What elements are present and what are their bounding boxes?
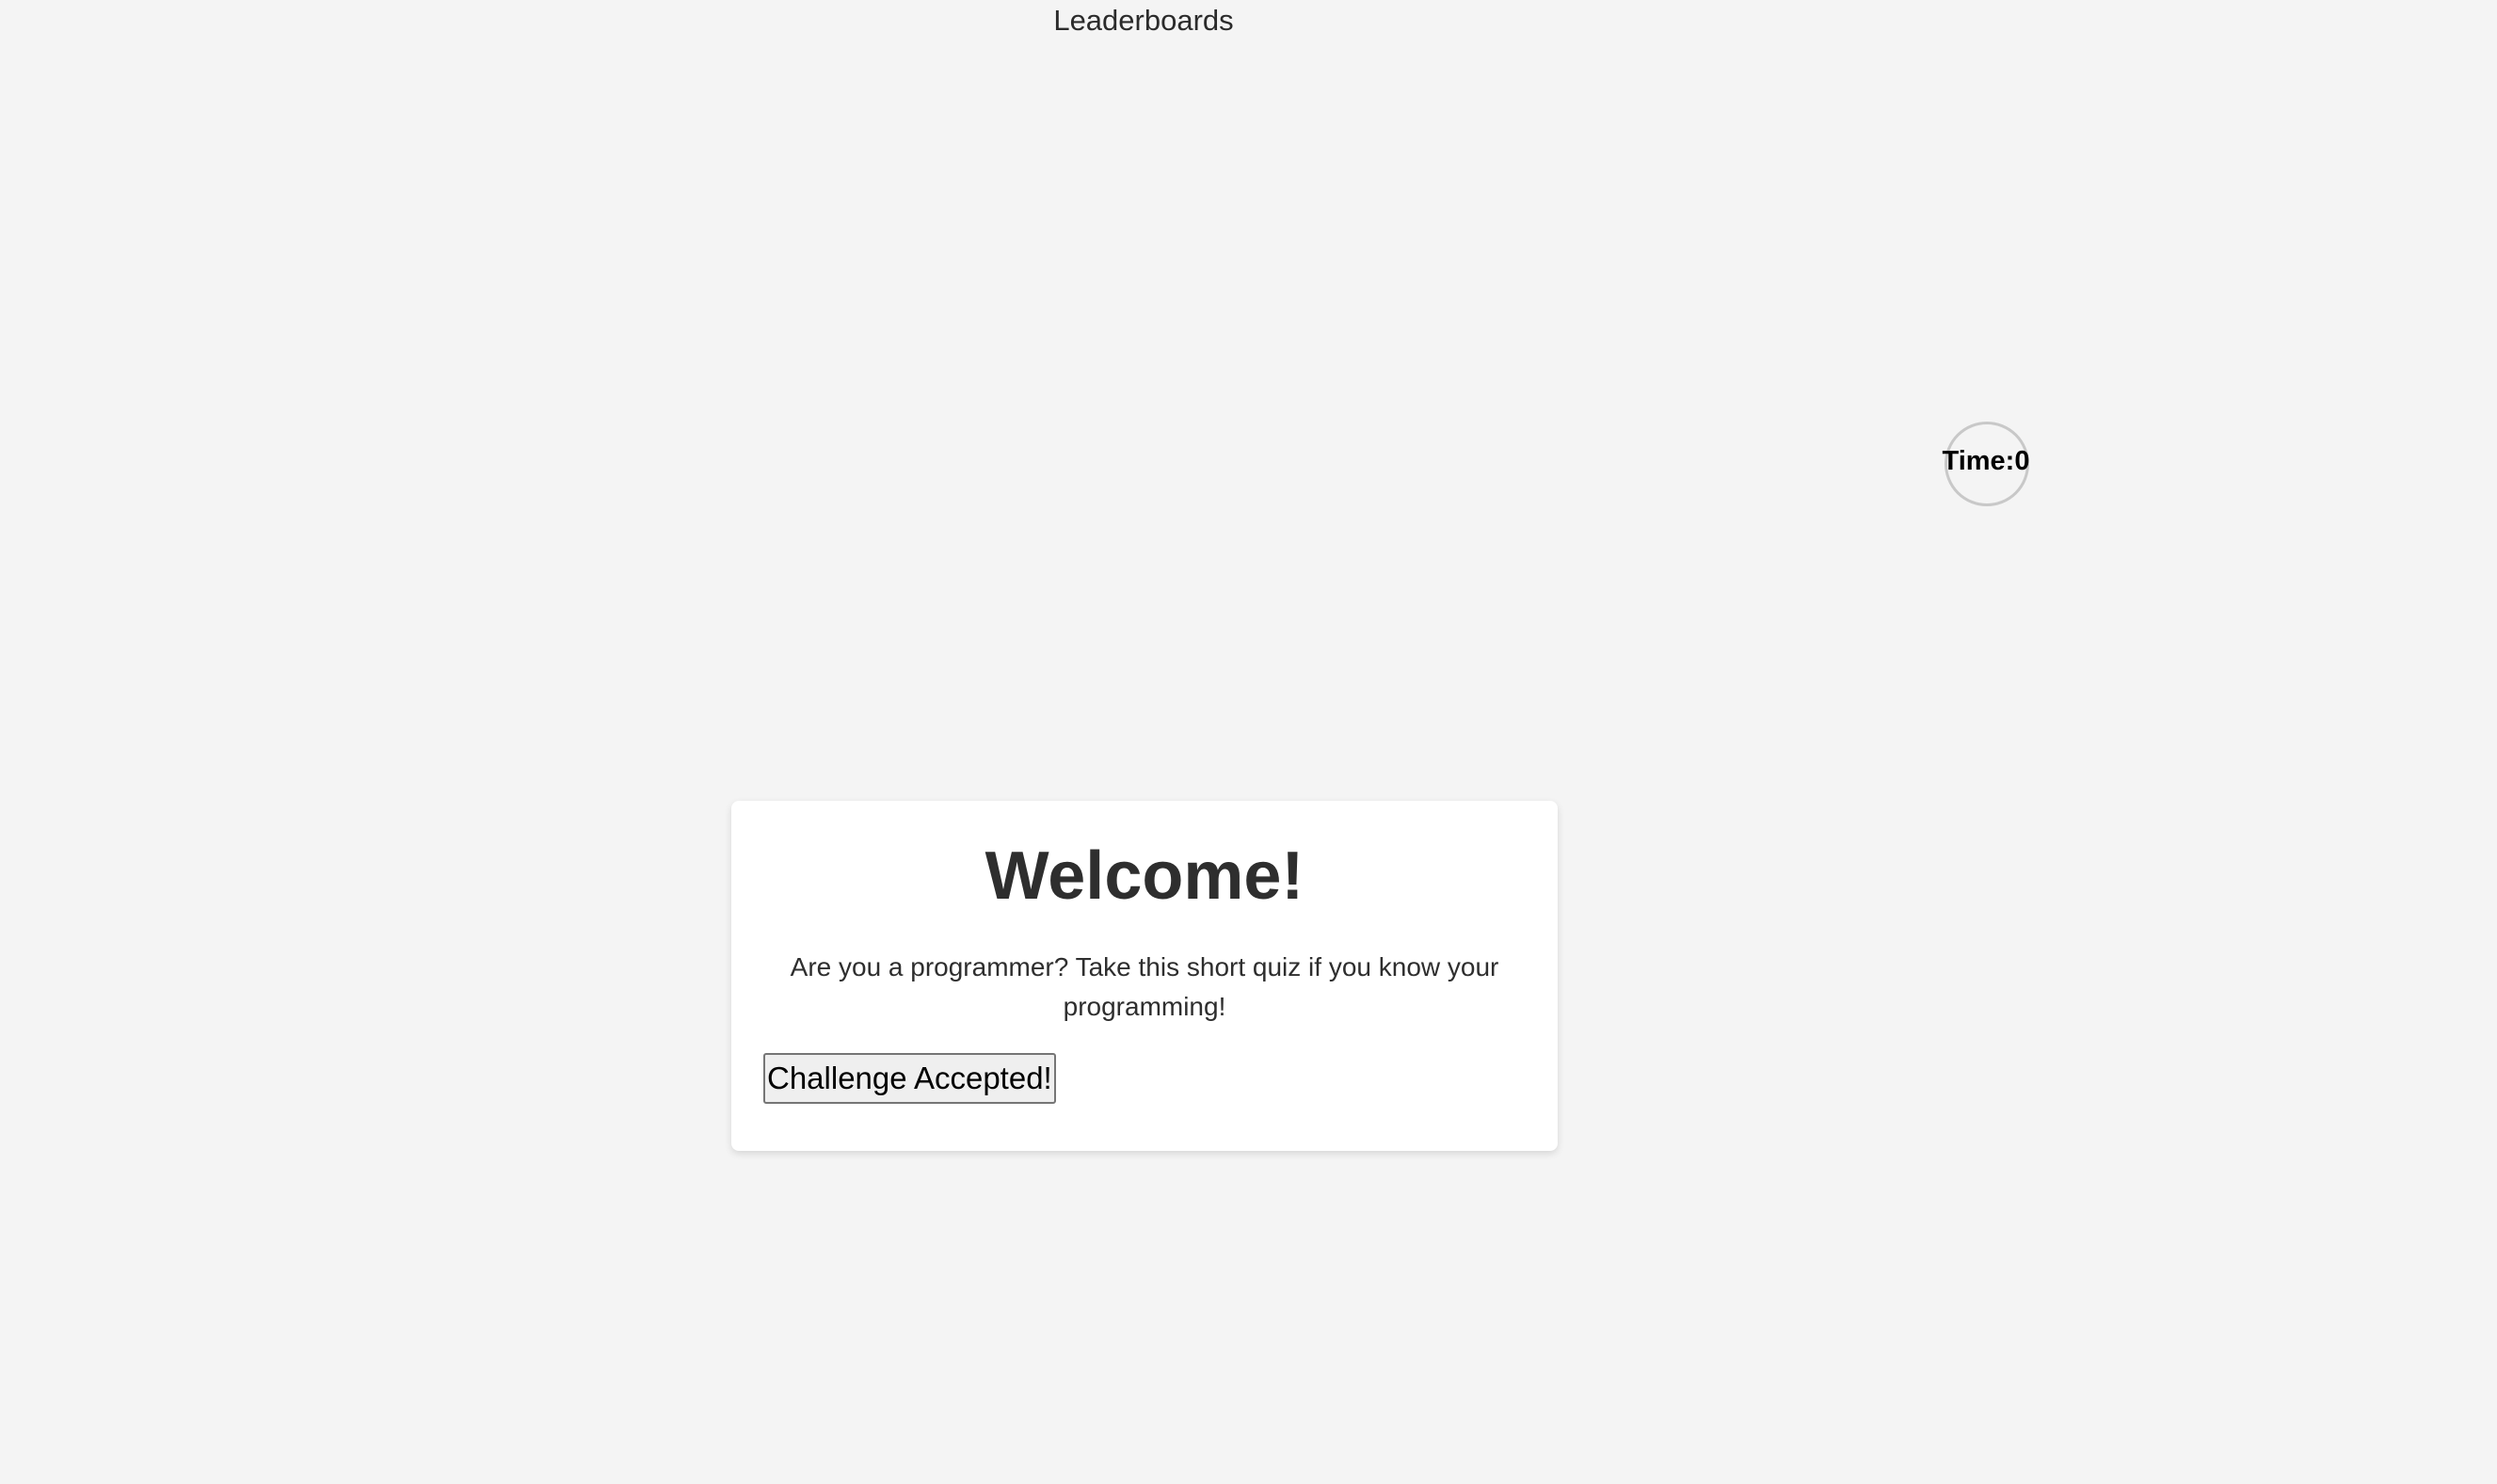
challenge-accepted-button[interactable]: Challenge Accepted! <box>763 1053 1056 1104</box>
welcome-card: Welcome! Are you a programmer? Take this… <box>731 801 1558 1151</box>
welcome-description: Are you a programmer? Take this short qu… <box>790 952 1499 1021</box>
timer-display: Time:0 <box>1942 446 2030 476</box>
welcome-title: Welcome! <box>984 838 1305 914</box>
leaderboards-link[interactable]: Leaderboards <box>1053 4 1233 37</box>
leaderboards-link-container: Leaderboards <box>0 4 2287 38</box>
